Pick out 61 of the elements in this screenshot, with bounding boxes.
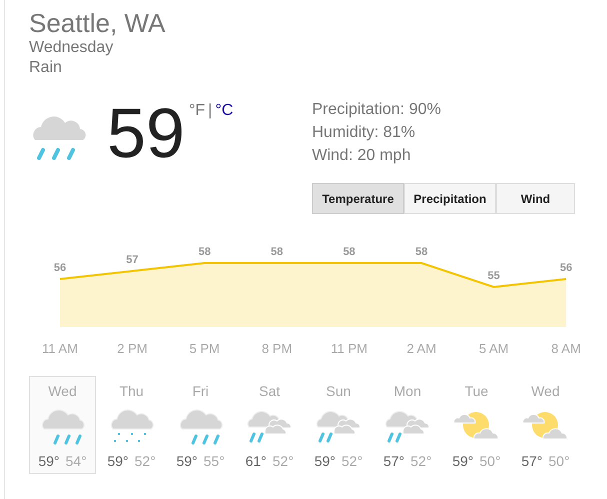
unit-separator: |	[208, 102, 212, 119]
time-label: 11 AM	[42, 341, 78, 354]
day-name: Sun	[326, 383, 351, 399]
forecast-day[interactable]: Sun 59° 52°	[305, 376, 372, 474]
time-label: 5 AM	[478, 341, 509, 354]
day-label: Wednesday	[29, 38, 114, 58]
day-name: Mon	[394, 383, 422, 399]
high-temperature: 59°	[452, 453, 474, 469]
low-temperature: 50°	[480, 453, 501, 469]
condition-label: Rain	[29, 58, 63, 78]
forecast-day[interactable]: Wed 57° 50°	[512, 376, 579, 474]
data-label: 58	[343, 246, 356, 258]
day-name: Fri	[192, 383, 209, 399]
low-temperature: 52°	[410, 453, 432, 469]
low-temperature: 52°	[342, 453, 363, 469]
weather-detail: Wind: 20 mph	[312, 146, 412, 166]
low-temperature: 52°	[272, 453, 294, 469]
high-temperature: 61°	[245, 453, 266, 469]
high-temperature: 59°	[107, 453, 128, 469]
time-label: 2 AM	[406, 341, 436, 354]
high-temperature: 59°	[314, 453, 336, 469]
time-label: 11 PM	[330, 341, 368, 354]
low-temperature: 50°	[548, 453, 570, 469]
time-label: 5 PM	[189, 341, 220, 354]
day-name: Tue	[464, 383, 488, 399]
data-label: 57	[126, 254, 138, 266]
chart-tab[interactable]: Temperature	[312, 183, 404, 214]
high-temperature: 57°	[521, 453, 542, 469]
data-label: 58	[198, 246, 211, 258]
high-temperature: 57°	[383, 453, 404, 469]
time-label: 8 PM	[262, 341, 292, 354]
high-temperature: 59°	[176, 453, 198, 469]
forecast-day[interactable]: Wed 59° 54°	[29, 376, 96, 474]
day-name: Thu	[119, 383, 144, 399]
forecast-day[interactable]: Thu 59° 52°	[98, 376, 165, 474]
time-label: 2 PM	[117, 341, 148, 354]
high-temperature: 59°	[38, 453, 60, 469]
data-label: 56	[54, 262, 66, 274]
day-name: Wed	[531, 383, 560, 399]
forecast-day[interactable]: Sat 61° 52°	[236, 376, 303, 474]
data-label: 58	[270, 246, 284, 258]
day-name: Wed	[48, 383, 77, 399]
chart-tab[interactable]: Wind	[496, 183, 575, 214]
forecast-day[interactable]: Fri 59° 55°	[167, 376, 234, 474]
data-label: 58	[415, 246, 428, 258]
weather-detail: Precipitation: 90%	[312, 100, 442, 120]
data-label: 56	[560, 262, 572, 274]
low-temperature: 54°	[66, 453, 87, 469]
weather-detail: Humidity: 81%	[312, 123, 416, 143]
time-label: 8 AM	[551, 341, 581, 354]
data-label: 55	[488, 270, 500, 282]
location-title: Seattle, WA	[29, 8, 166, 38]
forecast-day[interactable]: Mon 57° 52°	[374, 376, 441, 474]
chart-tab[interactable]: Precipitation	[404, 183, 496, 214]
current-temperature: 59	[107, 98, 185, 168]
low-temperature: 52°	[134, 453, 156, 469]
celsius-link[interactable]: °C	[215, 102, 234, 119]
fahrenheit-unit: °F	[188, 102, 206, 119]
day-name: Sat	[258, 383, 280, 399]
low-temperature: 55°	[204, 453, 225, 469]
forecast-day[interactable]: Tue 59° 50°	[443, 376, 510, 474]
